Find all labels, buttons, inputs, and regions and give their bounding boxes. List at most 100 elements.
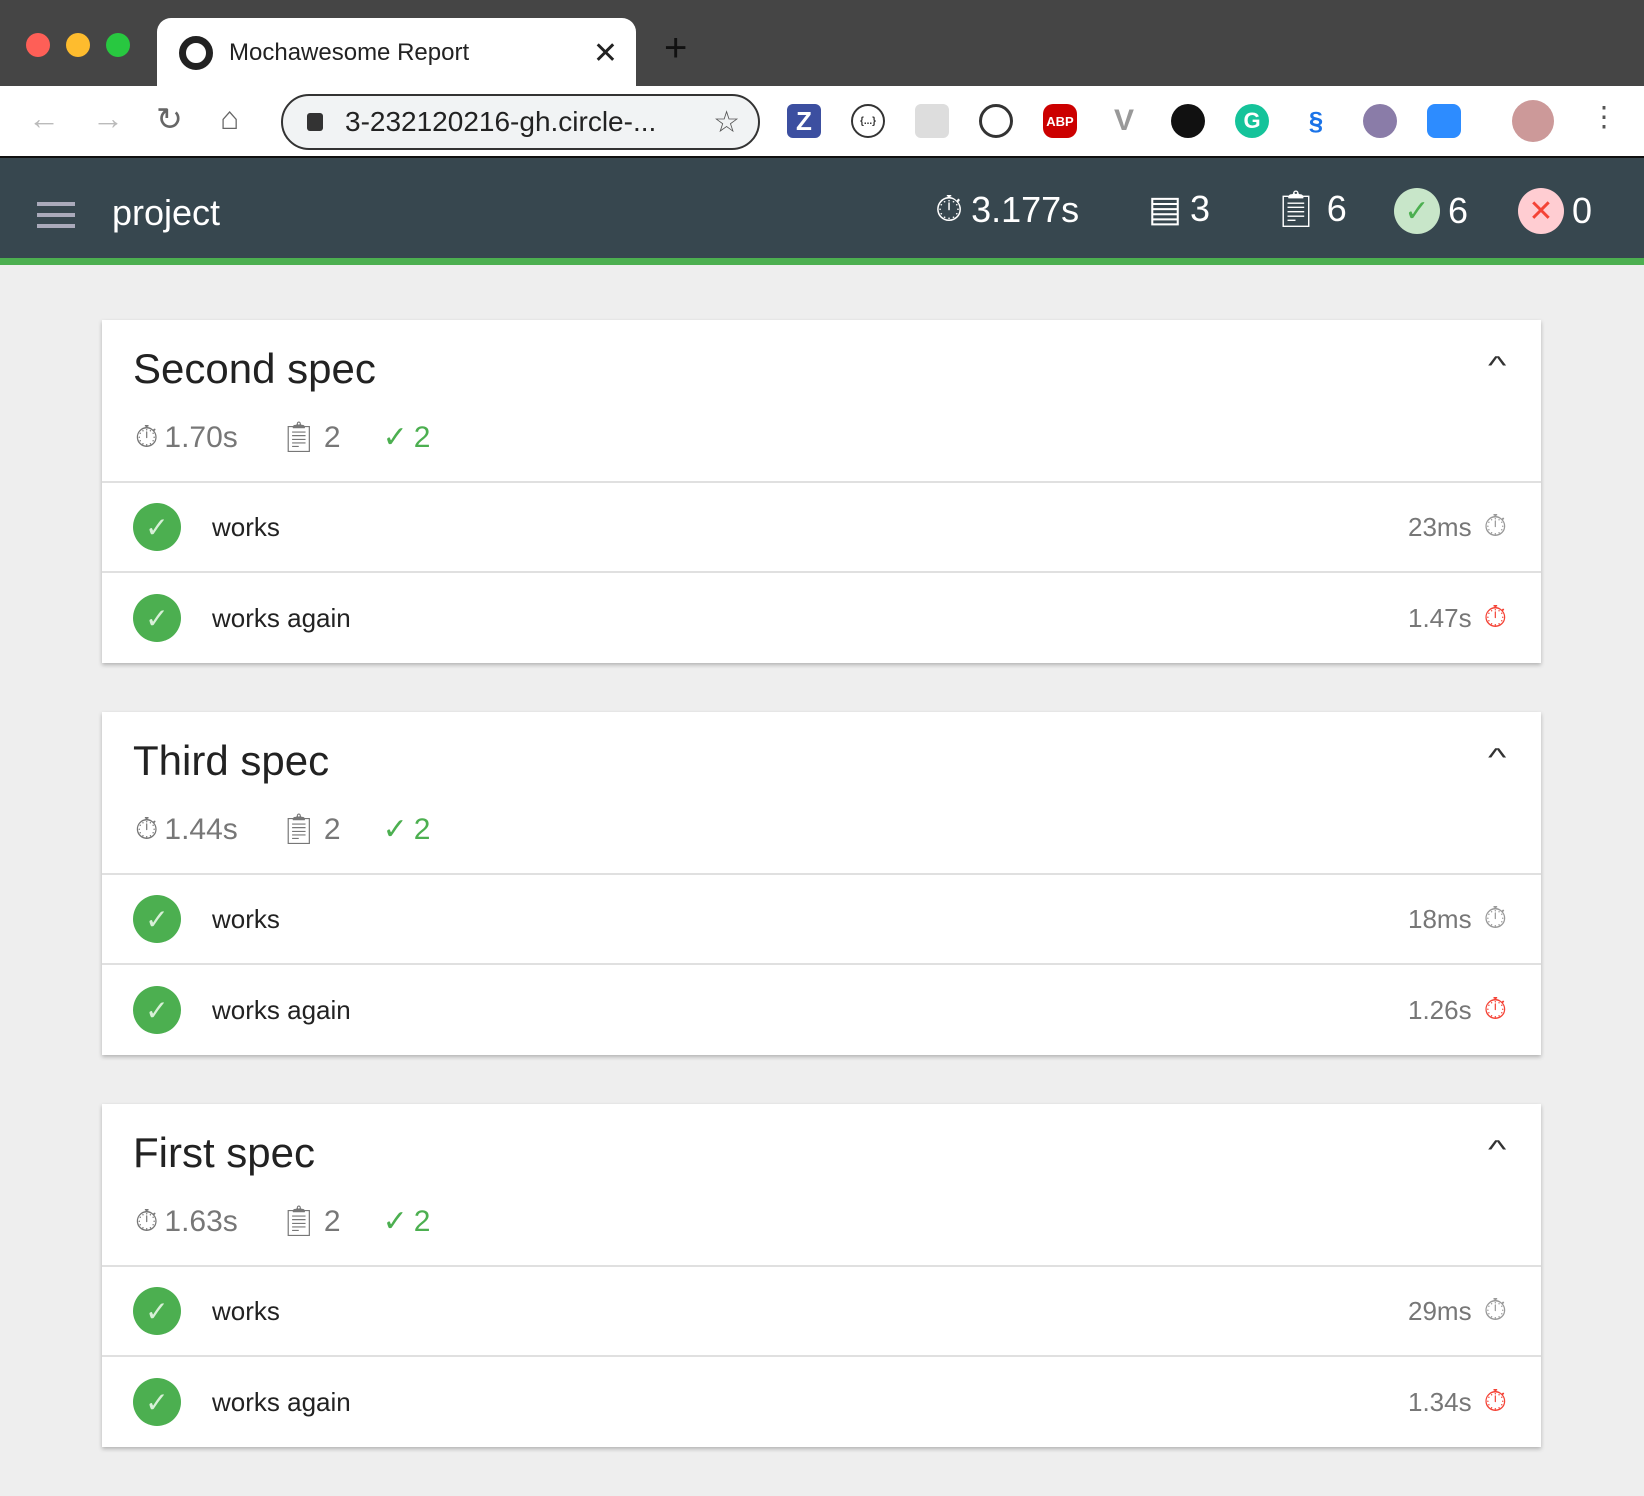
suite-summary: ⏱ 1.63s 📋︎ 2 ✓ 2 <box>135 1204 472 1239</box>
stat-suites[interactable]: ▤ 3 <box>1148 188 1210 230</box>
extension-grammarly-icon[interactable]: G <box>1235 104 1269 138</box>
minimize-window-button[interactable] <box>66 33 90 57</box>
browser-toolbar: ← → ↻ ⌂ 3-232120216-gh.circle-... ☆ Z {.… <box>0 86 1644 158</box>
bookmark-star-icon[interactable]: ☆ <box>713 105 740 140</box>
extension-vue-icon[interactable]: V <box>1107 104 1141 138</box>
check-icon: ✓ <box>382 421 408 454</box>
extension-json-icon[interactable]: {...} <box>851 104 885 138</box>
test-duration: 1.47s <box>1407 602 1472 633</box>
stat-duration: ⏱ 3.177s <box>935 188 1079 231</box>
suite-duration: 1.70s <box>164 420 238 454</box>
stat-failures[interactable]: ✕ 0 <box>1518 188 1592 234</box>
failures-value: 0 <box>1572 190 1593 231</box>
suite-tests: 2 <box>323 420 341 454</box>
address-bar[interactable]: 3-232120216-gh.circle-... ☆ <box>281 94 760 150</box>
suite-card: Third spec ^ ⏱ 1.44s 📋︎ 2 ✓ 2 ✓ works 18ms … <box>102 712 1541 1055</box>
test-name: works again <box>212 602 351 633</box>
suite-card: First spec ^ ⏱ 1.63s 📋︎ 2 ✓ 2 ✓ works 29ms … <box>102 1104 1541 1447</box>
extension-notes-icon[interactable] <box>915 104 949 138</box>
passed-check-icon: ✓ <box>133 1378 181 1426</box>
back-button[interactable]: ← <box>28 100 60 137</box>
extension-cat-icon[interactable] <box>1363 104 1397 138</box>
suite-card: Second spec ^ ⏱ 1.70s 📋︎ 2 ✓ 2 ✓ works 23ms… <box>102 320 1541 663</box>
suite-passes: 2 <box>413 812 431 846</box>
test-row[interactable]: ✓ works 23ms ⏱ <box>102 483 1541 573</box>
timer-icon: ⏱ <box>1483 1294 1507 1327</box>
suite-header: First spec ^ ⏱ 1.63s 📋︎ 2 ✓ 2 <box>102 1104 1541 1267</box>
browser-tab[interactable]: Mochawesome Report ✕ <box>157 18 636 88</box>
report-title: project <box>112 192 221 233</box>
extension-adblock-icon[interactable]: ABP <box>1043 104 1077 138</box>
extension-zoom-icon[interactable] <box>1427 104 1461 138</box>
tab-title: Mochawesome Report <box>229 39 470 66</box>
close-tab-icon[interactable]: ✕ <box>593 36 618 71</box>
check-icon: ✓ <box>1394 188 1440 234</box>
test-row[interactable]: ✓ works again 1.34s ⏱ <box>102 1357 1541 1447</box>
timer-icon: ⏱ <box>1483 1385 1507 1418</box>
suite-title: Second spec <box>133 345 376 392</box>
browser-menu-icon[interactable]: ⋮ <box>1590 100 1618 133</box>
suite-duration: 1.44s <box>164 812 238 846</box>
new-tab-button[interactable]: + <box>664 26 687 71</box>
timer-icon: ⏱ <box>135 812 159 846</box>
menu-icon[interactable] <box>37 202 75 235</box>
passed-check-icon: ✓ <box>133 594 181 642</box>
profile-avatar[interactable] <box>1512 100 1554 142</box>
test-duration: 23ms <box>1408 511 1472 542</box>
url-text: 3-232120216-gh.circle-... <box>345 106 657 137</box>
clipboard-icon: 📋︎ <box>279 813 318 846</box>
duration-value: 3.177s <box>971 188 1080 230</box>
passed-check-icon: ✓ <box>133 895 181 943</box>
test-row[interactable]: ✓ works again 1.26s ⏱ <box>102 965 1541 1055</box>
test-duration: 29ms <box>1408 1295 1472 1326</box>
clipboard-icon: 📋︎ <box>279 1205 318 1238</box>
passed-check-icon: ✓ <box>133 986 181 1034</box>
collapse-chevron-icon[interactable]: ^ <box>1488 1134 1506 1165</box>
passed-check-icon: ✓ <box>133 503 181 551</box>
browser-tab-bar: Mochawesome Report ✕ + <box>0 0 1644 88</box>
forward-button[interactable]: → <box>92 100 124 137</box>
suite-summary: ⏱ 1.44s 📋︎ 2 ✓ 2 <box>135 812 472 847</box>
passed-check-icon: ✓ <box>133 1287 181 1335</box>
lock-icon <box>307 113 323 131</box>
home-button[interactable]: ⌂ <box>220 100 239 137</box>
timer-icon: ⏱ <box>1483 993 1507 1026</box>
collapse-chevron-icon[interactable]: ^ <box>1488 350 1506 381</box>
stat-passes[interactable]: ✓ 6 <box>1394 188 1468 234</box>
suite-header: Third spec ^ ⏱ 1.44s 📋︎ 2 ✓ 2 <box>102 712 1541 875</box>
reload-button[interactable]: ↻ <box>156 100 183 138</box>
clipboard-icon: 📋︎ <box>279 421 318 454</box>
timer-icon: ⏱ <box>1483 601 1507 634</box>
test-name: works <box>212 511 280 542</box>
suite-title: First spec <box>133 1129 316 1176</box>
suite-passes: 2 <box>413 1204 431 1238</box>
suites-icon: ▤ <box>1148 188 1183 229</box>
maximize-window-button[interactable] <box>106 33 130 57</box>
circleci-favicon-icon <box>179 36 213 70</box>
test-row[interactable]: ✓ works again 1.47s ⏱ <box>102 573 1541 663</box>
suites-value: 3 <box>1190 188 1211 229</box>
test-name: works again <box>212 994 351 1025</box>
suite-title: Third spec <box>133 737 330 784</box>
test-name: works again <box>212 1386 351 1417</box>
test-row[interactable]: ✓ works 29ms ⏱ <box>102 1267 1541 1357</box>
suite-passes: 2 <box>413 420 431 454</box>
suite-tests: 2 <box>323 812 341 846</box>
collapse-chevron-icon[interactable]: ^ <box>1488 742 1506 773</box>
close-window-button[interactable] <box>26 33 50 57</box>
timer-icon: ⏱ <box>1483 510 1507 543</box>
timer-icon: ⏱ <box>135 1204 159 1238</box>
stat-tests[interactable]: 📋︎ 6 <box>1273 188 1347 230</box>
test-row[interactable]: ✓ works 18ms ⏱ <box>102 875 1541 965</box>
suite-duration: 1.63s <box>164 1204 238 1238</box>
suite-header: Second spec ^ ⏱ 1.70s 📋︎ 2 ✓ 2 <box>102 320 1541 483</box>
extension-z-icon[interactable]: Z <box>787 104 821 138</box>
test-name: works <box>212 903 280 934</box>
test-duration: 1.26s <box>1407 994 1472 1025</box>
report-navbar: project ⏱ 3.177s ▤ 3 📋︎ 6 ✓ 6 ✕ 0 <box>0 158 1644 265</box>
extension-feather-icon[interactable]: § <box>1299 104 1333 138</box>
check-icon: ✓ <box>382 1205 408 1238</box>
extension-1password-icon[interactable] <box>979 104 1013 138</box>
extension-monster-icon[interactable] <box>1171 104 1205 138</box>
check-icon: ✓ <box>382 813 408 846</box>
